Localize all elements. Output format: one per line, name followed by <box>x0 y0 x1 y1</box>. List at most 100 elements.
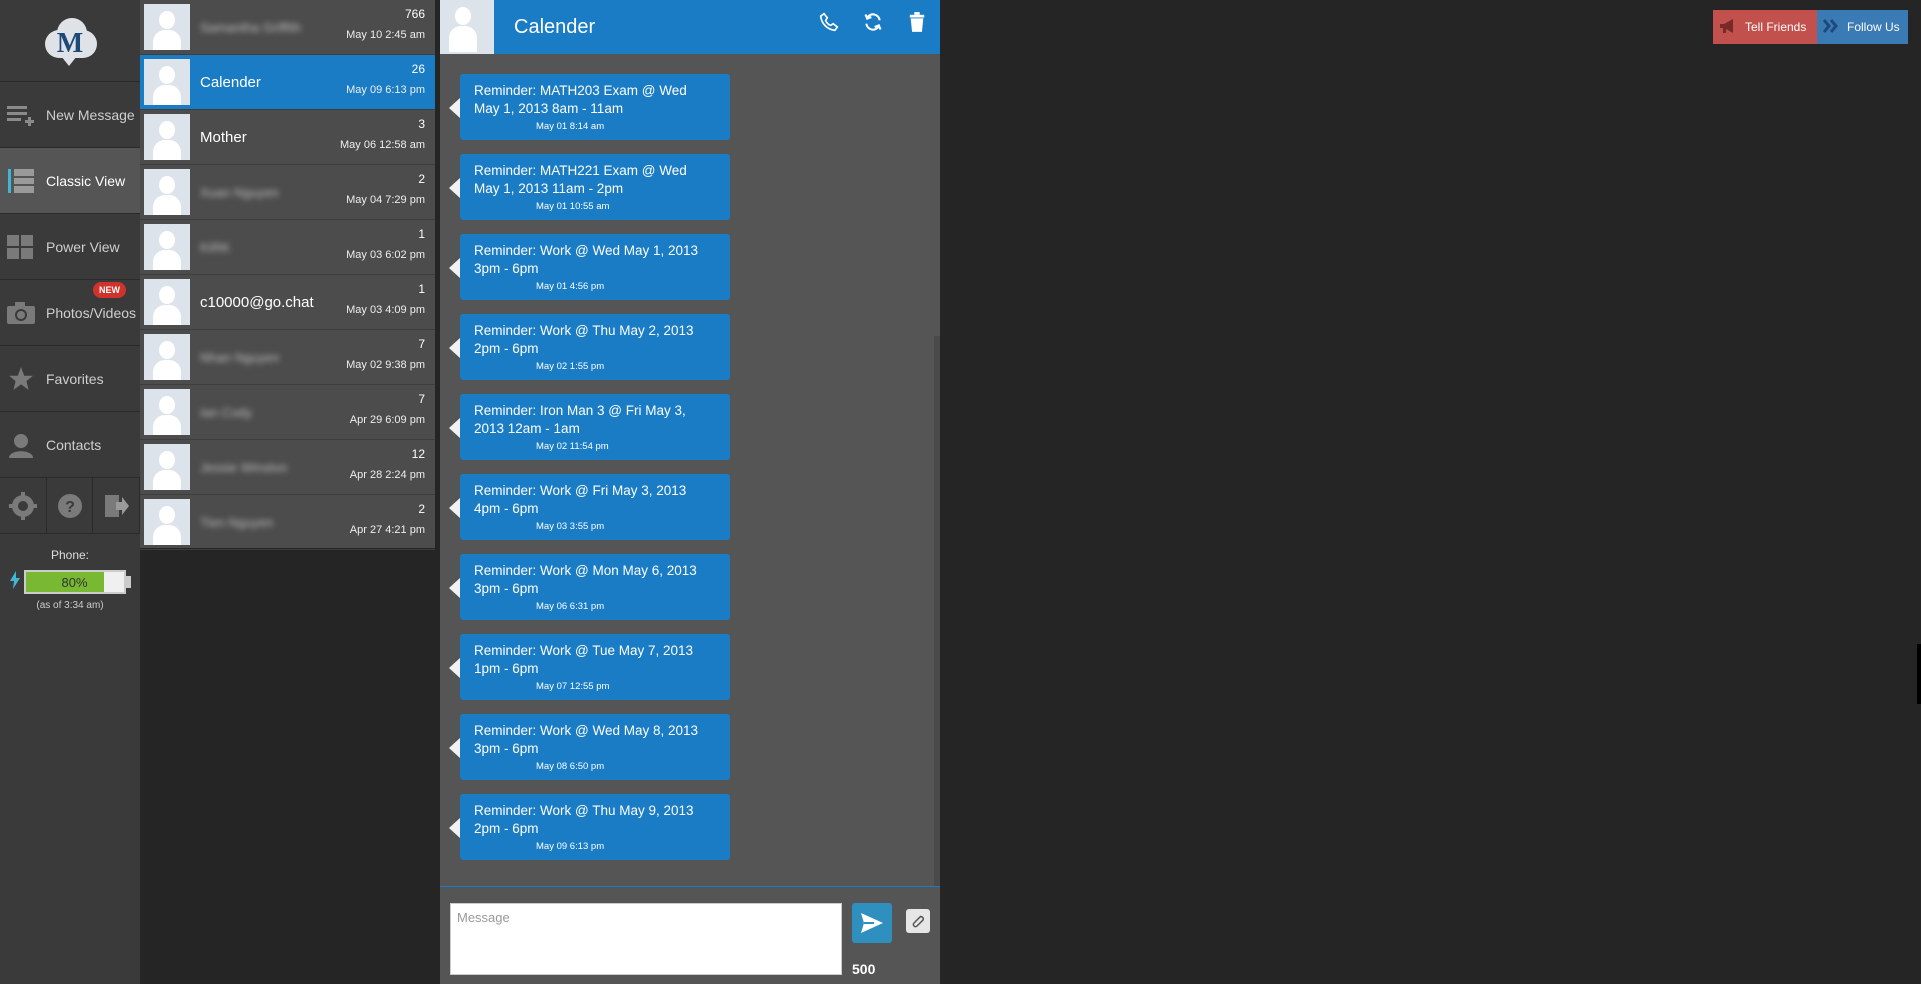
last-message-time: May 02 9:38 pm <box>346 359 425 371</box>
message-bubble[interactable]: Reminder: Work @ Mon May 6, 2013 3pm - 6… <box>449 554 730 620</box>
trash-icon[interactable] <box>904 10 930 34</box>
message-bubble[interactable]: Reminder: Work @ Tue May 7, 2013 1pm - 6… <box>449 634 730 700</box>
phone-label: Phone: <box>50 548 90 562</box>
message-bubble[interactable]: Reminder: Work @ Wed May 1, 2013 3pm - 6… <box>449 234 730 300</box>
left-nav: M New Message Classic View Power View Ph… <box>0 0 141 984</box>
conversation-item[interactable]: Tien Nguyen 2 Apr 27 4:21 pm <box>140 495 435 550</box>
power-view-icon <box>6 234 36 260</box>
conversation-item[interactable]: Xuan Nguyen 2 May 04 7:29 pm <box>140 165 435 220</box>
svg-text:?: ? <box>65 499 75 516</box>
message-count: 1 <box>418 282 425 296</box>
conversation-item[interactable]: Ian Cody 7 Apr 29 6:09 pm <box>140 385 435 440</box>
last-message-time: Apr 27 4:21 pm <box>349 524 425 536</box>
contact-avatar <box>144 279 190 325</box>
nav-label: Classic View <box>46 172 126 189</box>
nav-power-view[interactable]: Power View <box>0 214 140 280</box>
new-badge: NEW <box>93 282 126 298</box>
chat-header: Calender <box>440 0 940 54</box>
chat-avatar <box>440 0 494 54</box>
last-message-time: May 03 6:02 pm <box>346 249 425 261</box>
message-count: 7 <box>418 392 425 406</box>
tool-row: ? <box>0 478 141 534</box>
message-time: May 01 8:14 am <box>536 121 605 132</box>
message-bubble[interactable]: Reminder: Work @ Thu May 2, 2013 2pm - 6… <box>449 314 730 380</box>
nav-new-message[interactable]: New Message <box>0 82 140 148</box>
message-bubble[interactable]: Reminder: Iron Man 3 @ Fri May 3, 2013 1… <box>449 394 730 460</box>
conversation-item[interactable]: Samantha Griffith 766 May 10 2:45 am <box>140 0 435 55</box>
last-message-time: May 04 7:29 pm <box>346 194 425 206</box>
follow-us-button[interactable]: Follow Us <box>1817 10 1908 44</box>
conversation-item[interactable]: Nhan Nguyen 7 May 02 9:38 pm <box>140 330 435 385</box>
character-count: 500 <box>852 961 876 977</box>
message-time: May 01 4:56 pm <box>536 281 605 292</box>
message-bubble[interactable]: Reminder: Work @ Wed May 8, 2013 3pm - 6… <box>449 714 730 780</box>
contact-avatar <box>144 499 190 545</box>
message-time: May 02 11:54 pm <box>536 441 609 452</box>
battery-percent: 80% <box>61 575 88 590</box>
camera-icon <box>6 300 36 326</box>
contact-avatar <box>144 389 190 435</box>
conversation-item[interactable]: KIRK 1 May 03 6:02 pm <box>140 220 435 275</box>
nav-classic-view[interactable]: Classic View <box>0 148 140 214</box>
message-scrollbar[interactable] <box>934 336 940 886</box>
message-text: Reminder: Work @ Tue May 7, 2013 1pm - 6… <box>474 643 694 676</box>
settings-icon[interactable] <box>0 478 47 533</box>
contact-avatar <box>144 169 190 215</box>
refresh-icon[interactable] <box>860 10 886 34</box>
message-text: Reminder: Work @ Mon May 6, 2013 3pm - 6… <box>474 563 697 596</box>
conversation-item[interactable]: Mother 3 May 06 12:58 am <box>140 110 435 165</box>
message-count: 12 <box>411 447 425 461</box>
help-icon[interactable]: ? <box>47 478 94 533</box>
follow-us-label: Follow Us <box>1847 20 1900 34</box>
message-time: May 01 10:55 am <box>536 201 610 212</box>
conversation-item[interactable]: c10000@go.chat 1 May 03 4:09 pm <box>140 275 435 330</box>
last-message-time: May 09 6:13 pm <box>346 84 425 96</box>
battery-as-of: (as of 3:34 am) <box>36 600 104 611</box>
social-buttons: Tell Friends Follow Us <box>1713 10 1908 44</box>
nav-contacts[interactable]: Contacts <box>0 412 140 478</box>
last-message-time: May 03 4:09 pm <box>346 304 425 316</box>
message-count: 26 <box>411 62 425 76</box>
nav-photos-videos[interactable]: Photos/Videos NEW <box>0 280 140 346</box>
nav-label: Favorites <box>46 370 104 387</box>
phone-call-icon[interactable] <box>816 10 842 34</box>
message-bubble[interactable]: Reminder: MATH203 Exam @ Wed May 1, 2013… <box>449 74 730 140</box>
message-count: 3 <box>418 117 425 131</box>
message-time: May 07 12:55 pm <box>536 681 610 692</box>
contact-avatar <box>144 114 190 160</box>
message-text: Reminder: Work @ Wed May 8, 2013 3pm - 6… <box>474 723 699 756</box>
conversation-item[interactable]: Calender 26 May 09 6:13 pm <box>140 55 435 110</box>
conversation-item[interactable]: Jessie Winston 12 Apr 28 2:24 pm <box>140 440 435 495</box>
contact-avatar <box>144 4 190 50</box>
message-bubble[interactable]: Reminder: MATH221 Exam @ Wed May 1, 2013… <box>449 154 730 220</box>
tell-friends-button[interactable]: Tell Friends <box>1713 10 1817 44</box>
message-count: 2 <box>418 172 425 186</box>
attach-button[interactable] <box>906 909 930 933</box>
logout-icon[interactable] <box>93 478 141 533</box>
message-bubble[interactable]: Reminder: Work @ Thu May 9, 2013 2pm - 6… <box>449 794 730 860</box>
chat-title: Calender <box>514 15 596 38</box>
message-text: Reminder: MATH203 Exam @ Wed May 1, 2013… <box>474 83 687 116</box>
nav-favorites[interactable]: Favorites <box>0 346 140 412</box>
message-count: 1 <box>418 227 425 241</box>
send-button[interactable] <box>852 903 892 943</box>
message-text: Reminder: Work @ Wed May 1, 2013 3pm - 6… <box>474 243 699 276</box>
message-text: Reminder: Work @ Thu May 2, 2013 2pm - 6… <box>474 323 694 356</box>
compose-area: 500 <box>440 886 940 984</box>
nav-label: Contacts <box>46 436 102 453</box>
star-icon <box>6 366 36 392</box>
new-message-icon <box>6 102 36 128</box>
app-logo[interactable]: M <box>0 0 140 82</box>
conversation-list: Samantha Griffith 766 May 10 2:45 am Calend… <box>140 0 435 550</box>
window-edge-marker <box>1917 644 1921 704</box>
message-input[interactable] <box>450 903 842 975</box>
contacts-icon <box>6 432 36 458</box>
message-count: 7 <box>418 337 425 351</box>
message-bubble[interactable]: Reminder: Work @ Fri May 3, 2013 4pm - 6… <box>449 474 730 540</box>
message-count: 2 <box>418 502 425 516</box>
contact-avatar <box>144 59 190 105</box>
message-time: May 06 6:31 pm <box>536 601 605 612</box>
megaphone-icon <box>1719 18 1737 37</box>
message-time: May 09 6:13 pm <box>536 841 605 852</box>
phone-status: Phone: 80% (as of 3:34 am) <box>0 534 140 611</box>
